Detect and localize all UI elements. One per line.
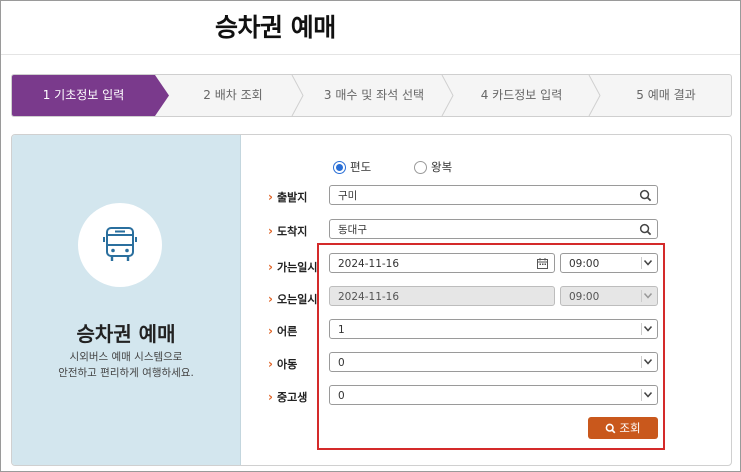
return-date-label-text: 오는일시 [276, 293, 318, 306]
search-icon [606, 423, 616, 434]
one-way-label: 편도 [350, 160, 372, 174]
chevron-down-icon [641, 356, 654, 368]
step-3-chevron [441, 75, 454, 116]
arrival-value: 동대구 [338, 224, 367, 236]
arrival-search-icon[interactable] [639, 223, 652, 236]
page-title: 승차권 예매 [215, 13, 336, 42]
search-button[interactable]: 조회 [588, 417, 658, 439]
step-2-chevron [291, 75, 304, 116]
adult-count-value: 1 [338, 324, 345, 336]
bus-icon-circle [78, 203, 162, 287]
intro-title: 승차권 예매 [76, 322, 176, 346]
arrival-label-text: 도착지 [276, 225, 308, 238]
bullet-arrow-icon: › [268, 292, 273, 306]
title-divider [1, 54, 740, 55]
intro-desc-line-1: 시외버스 예매 시스템으로 [69, 351, 183, 363]
adult-label-text: 어른 [276, 325, 298, 338]
adult-count-select[interactable]: 1 [329, 319, 658, 339]
intro-desc-line-2: 안전하고 편리하게 여행하세요. [58, 367, 194, 379]
arrival-input[interactable]: 동대구 [329, 219, 658, 239]
bus-icon [103, 227, 137, 261]
go-time-value: 09:00 [569, 258, 600, 270]
child-count-select[interactable]: 0 [329, 352, 658, 372]
round-trip-label: 왕복 [431, 160, 453, 174]
bullet-arrow-icon: › [268, 390, 273, 404]
step-4-chevron [588, 75, 601, 116]
student-count-select[interactable]: 0 [329, 385, 658, 405]
student-label: › 중고생 [268, 389, 307, 405]
return-date-input: 2024-11-16 [329, 286, 555, 306]
booking-panel: 승차권 예매 시외버스 예매 시스템으로 안전하고 편리하게 여행하세요. 편도… [11, 134, 732, 466]
step-1-arrow [155, 75, 169, 116]
bullet-arrow-icon: › [268, 357, 273, 371]
chevron-down-icon [641, 323, 654, 335]
go-date-input[interactable]: 2024-11-16 [329, 253, 555, 273]
intro-description: 시외버스 예매 시스템으로 안전하고 편리하게 여행하세요. [12, 349, 240, 381]
departure-label-text: 출발지 [276, 191, 308, 204]
departure-value: 구미 [338, 190, 358, 202]
return-time-select: 09:00 [560, 286, 658, 306]
return-time-value: 09:00 [569, 291, 600, 303]
student-count-value: 0 [338, 390, 345, 402]
bullet-arrow-icon: › [268, 190, 273, 204]
go-date-label-text: 가는일시 [276, 261, 318, 274]
step-5-label: 5 예매 결과 [636, 88, 696, 102]
departure-search-icon[interactable] [639, 189, 652, 202]
go-date-label: › 가는일시 [268, 259, 317, 275]
arrival-label: › 도착지 [268, 223, 307, 239]
chevron-down-icon [641, 257, 654, 269]
departure-input[interactable]: 구미 [329, 185, 658, 205]
bullet-arrow-icon: › [268, 324, 273, 338]
child-count-value: 0 [338, 357, 345, 369]
step-3-label: 3 매수 및 좌석 선택 [323, 88, 425, 102]
step-2: 2 배차 조회 [169, 75, 297, 116]
step-1-label: 1 기초정보 입력 [42, 88, 125, 102]
step-2-label: 2 배차 조회 [203, 88, 263, 102]
bullet-arrow-icon: › [268, 224, 273, 238]
child-label-text: 아동 [276, 358, 298, 371]
step-progress-bar: 1 기초정보 입력 2 배차 조회 3 매수 및 좌석 선택 4 카드정보 입력… [11, 74, 732, 117]
go-date-value: 2024-11-16 [338, 258, 400, 270]
round-trip-radio-dot[interactable] [414, 161, 427, 174]
go-time-select[interactable]: 09:00 [560, 253, 658, 273]
return-date-value: 2024-11-16 [338, 291, 400, 303]
step-4-label: 4 카드정보 입력 [480, 88, 563, 102]
search-button-label: 조회 [619, 421, 641, 435]
calendar-icon[interactable] [537, 258, 548, 269]
student-label-text: 중고생 [276, 391, 308, 404]
step-3: 3 매수 및 좌석 선택 [304, 75, 444, 116]
step-5: 5 예매 결과 [601, 75, 731, 116]
departure-label: › 출발지 [268, 189, 307, 205]
child-label: › 아동 [268, 356, 297, 372]
chevron-down-icon [641, 389, 654, 401]
bullet-arrow-icon: › [268, 260, 273, 274]
chevron-down-icon [641, 290, 654, 302]
step-1: 1 기초정보 입력 [12, 75, 155, 116]
intro-box: 승차권 예매 시외버스 예매 시스템으로 안전하고 편리하게 여행하세요. [12, 135, 241, 465]
return-date-label: › 오는일시 [268, 291, 317, 307]
one-way-radio-dot[interactable] [333, 161, 346, 174]
adult-label: › 어른 [268, 323, 297, 339]
step-4: 4 카드정보 입력 [454, 75, 589, 116]
